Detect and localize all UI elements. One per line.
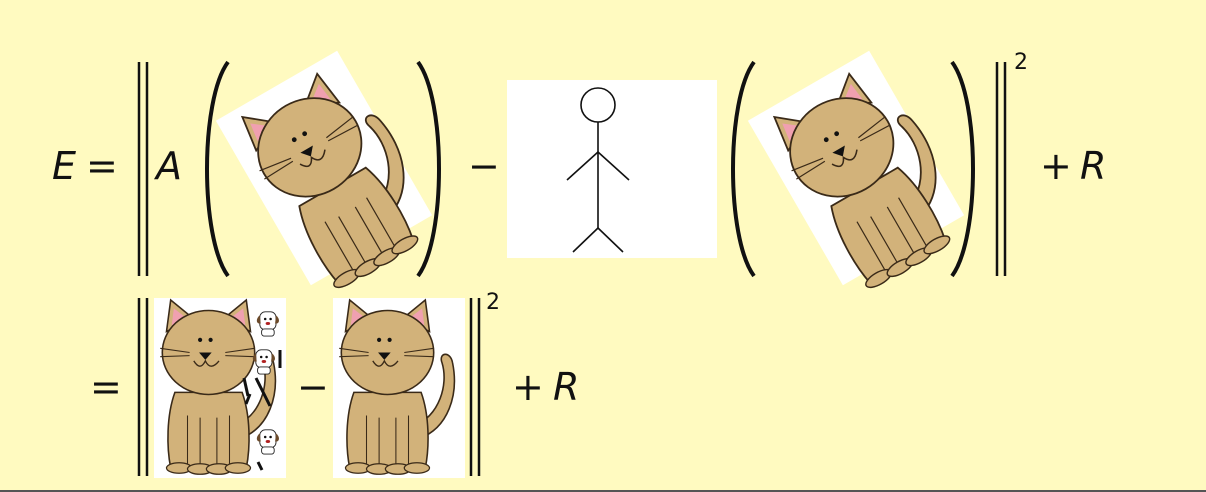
target-cat-image [333,298,465,478]
stick-figure-image [507,80,717,258]
norm-bar-right [995,62,1007,276]
norm-bar-left [137,62,149,276]
energy-symbol: E [52,144,77,188]
exponent-2: 2 [1014,50,1028,75]
operator-a: A [156,144,182,188]
norm-bar-left-2 [137,298,149,476]
regularizer-r-2: R [553,365,580,409]
plus-sign-2: + [512,365,544,409]
reconstructed-cat-image [154,298,286,478]
exponent-2-row2: 2 [486,290,500,315]
regularizer-r: R [1080,144,1107,188]
plus-sign: + [1040,144,1072,188]
minus-sign-2: − [297,365,329,409]
equals-sign: = [86,144,118,188]
equals-sign-2: = [90,365,122,409]
norm-bar-right-2 [469,298,481,476]
right-paren [416,60,441,278]
rotated-cat-image [215,50,447,297]
minus-sign: − [468,144,500,188]
right-paren-2 [950,60,975,278]
rotated-cat-image-2 [747,50,979,297]
